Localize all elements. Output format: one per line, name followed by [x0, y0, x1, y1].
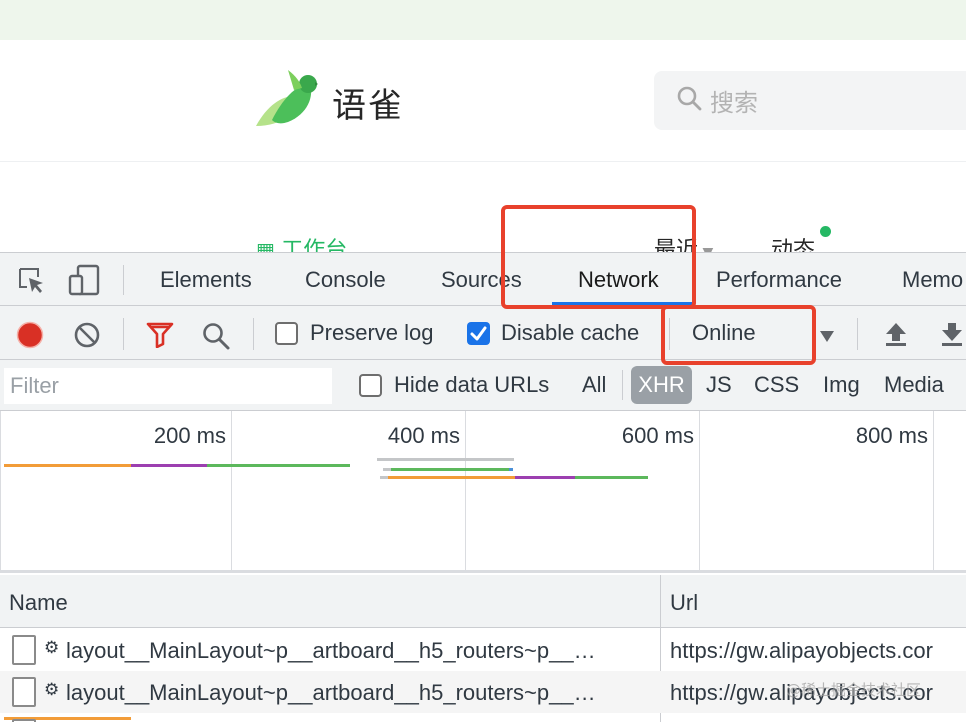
filter-separator	[622, 370, 623, 400]
hide-data-urls-checkbox[interactable]	[359, 374, 382, 397]
timeline-bar-queueing	[377, 458, 514, 461]
tab-elements[interactable]: Elements	[160, 267, 252, 293]
filter-input[interactable]	[4, 368, 332, 404]
column-header-name[interactable]: Name	[9, 590, 68, 616]
column-header-url[interactable]: Url	[670, 590, 698, 616]
timeline-gridline	[0, 411, 1, 573]
disable-cache-label[interactable]: Disable cache	[501, 320, 639, 346]
toolbar-separator	[857, 318, 858, 350]
watermark: @稀土掘金技术社区	[786, 681, 922, 699]
timeline-bar-content	[207, 464, 350, 467]
timeline-bar-content	[575, 476, 648, 479]
logo-text: 语雀	[332, 86, 404, 126]
toolbar-separator	[123, 318, 124, 350]
search-icon[interactable]	[201, 321, 231, 356]
filter-type-js[interactable]: JS	[706, 372, 732, 398]
site-search-box[interactable]: 搜索	[654, 71, 966, 130]
filter-type-css[interactable]: CSS	[754, 372, 799, 398]
document-icon	[12, 677, 36, 707]
filter-type-xhr[interactable]: XHR	[631, 366, 692, 404]
highlight-network-tab	[501, 205, 696, 309]
preserve-log-checkbox[interactable]	[275, 322, 298, 345]
tab-memory[interactable]: Memo	[902, 267, 963, 293]
timeline-bar-waiting	[4, 464, 131, 467]
timeline-tick-label: 800 ms	[855, 423, 928, 448]
export-har-icon[interactable]	[940, 321, 964, 352]
tab-console[interactable]: Console	[305, 267, 386, 293]
network-toolbar: Preserve log Disable cache Online	[0, 306, 966, 360]
caret-down-icon: ▼	[698, 245, 713, 252]
device-toolbar-icon[interactable]	[68, 264, 102, 301]
gear-icon: ⚙	[44, 638, 60, 658]
document-icon	[12, 635, 36, 665]
gear-icon: ⚙	[44, 680, 60, 700]
record-icon[interactable]	[16, 321, 44, 354]
request-name: layout__MainLayout~p__artboard__h5_route…	[66, 680, 596, 705]
tabbar-separator	[123, 265, 124, 295]
filter-type-all[interactable]: All	[582, 372, 606, 398]
inspect-element-icon[interactable]	[16, 265, 46, 300]
timeline-gridline	[699, 411, 700, 573]
preserve-log-label[interactable]: Preserve log	[310, 320, 434, 346]
bird-logo-icon	[252, 70, 318, 135]
requests-table-header: Name Url	[0, 575, 966, 628]
timeline-tick-label: 600 ms	[621, 423, 694, 448]
timeline-bar-queueing	[380, 476, 388, 479]
top-notice-bar	[0, 0, 966, 40]
clear-icon[interactable]	[73, 321, 101, 354]
request-url: https://gw.alipayobjects.cor	[670, 638, 933, 663]
grid-icon: ▦	[256, 238, 282, 252]
highlight-throttling	[661, 305, 816, 365]
table-row[interactable]	[0, 713, 966, 722]
devtools-tabbar: Elements Console Sources Network Perform…	[0, 253, 966, 306]
disable-cache-checkbox[interactable]	[467, 322, 490, 345]
network-filter-bar: Hide data URLs All XHR JS CSS Img Media	[0, 360, 966, 411]
chevron-down-icon[interactable]	[820, 329, 834, 347]
site-logo[interactable]: 语雀	[252, 70, 404, 135]
site-nav: ▦ 工作台 最近 ▼ 动态	[0, 162, 966, 252]
request-name: layout__MainLayout~p__artboard__h5_route…	[66, 638, 596, 663]
table-row[interactable]: ⚙ layout__MainLayout~p__artboard__h5_rou…	[0, 629, 966, 671]
timeline-bar-waiting	[388, 476, 515, 479]
timeline-gridline	[465, 411, 466, 573]
filter-funnel-icon[interactable]	[146, 322, 174, 353]
network-overview-timeline[interactable]: 200 ms 400 ms 600 ms 800 ms	[0, 411, 966, 720]
notification-dot	[820, 226, 831, 237]
timeline-tick-label: 400 ms	[387, 423, 460, 448]
filter-type-img[interactable]: Img	[823, 372, 860, 398]
timeline-bar-download	[515, 476, 575, 479]
filter-type-media[interactable]: Media	[884, 372, 944, 398]
timeline-bar-download	[131, 464, 207, 467]
timeline-gridline	[933, 411, 934, 573]
tab-performance[interactable]: Performance	[716, 267, 842, 293]
search-placeholder: 搜索	[710, 89, 758, 117]
timeline-bar-content	[383, 468, 512, 471]
import-har-icon[interactable]	[884, 321, 908, 352]
toolbar-separator	[253, 318, 254, 350]
timeline-tick-label: 200 ms	[153, 423, 226, 448]
hide-data-urls-label[interactable]: Hide data URLs	[394, 372, 549, 398]
search-icon	[676, 85, 702, 116]
devtools-panel: Elements Console Sources Network Perform…	[0, 252, 966, 722]
timeline-bar-content	[509, 468, 513, 471]
nav-workbench[interactable]: ▦ 工作台	[256, 232, 347, 252]
nav-activity[interactable]: 动态	[771, 232, 815, 252]
checkmark-icon	[470, 326, 487, 341]
timeline-gridline	[231, 411, 232, 573]
timeline-bar-queueing	[383, 468, 391, 471]
